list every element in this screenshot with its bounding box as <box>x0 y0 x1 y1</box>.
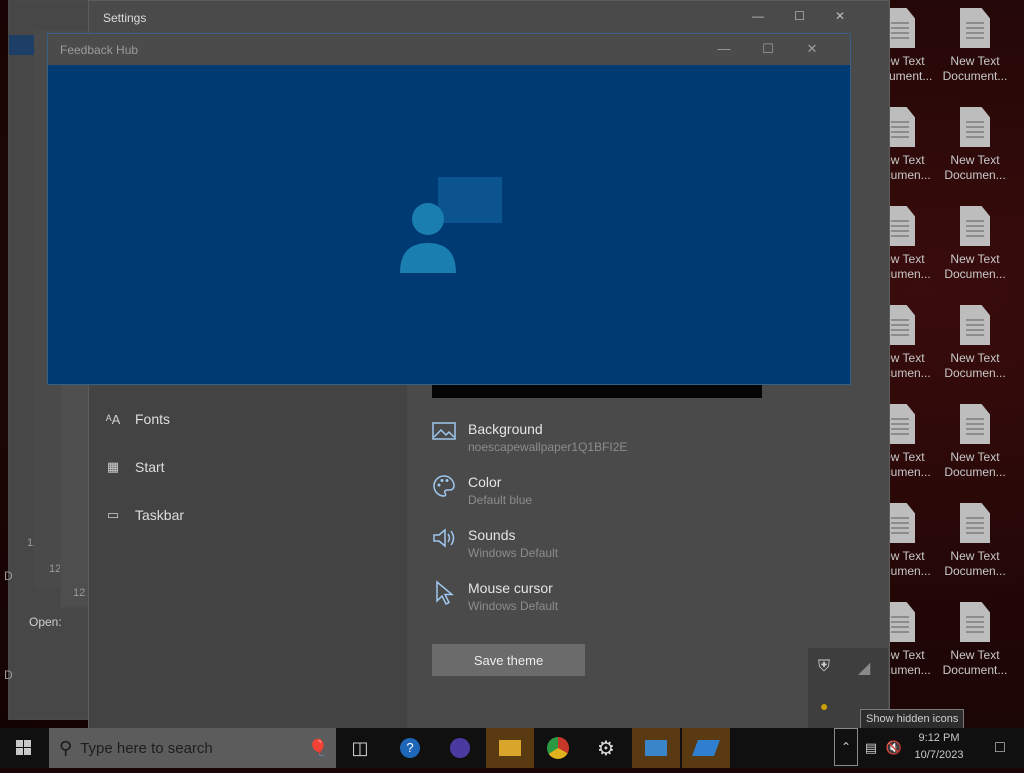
text-document-icon <box>960 305 990 345</box>
taskbar: ⚲ Type here to search 🎈 ◫ ? ⚙ ⌃ ▤ 🔇 9:12… <box>0 728 1024 768</box>
volume-tray-button[interactable]: 🔇 <box>883 728 905 768</box>
search-highlight-icon: 🎈 <box>308 740 328 757</box>
taskbar-clock[interactable]: 9:12 PM 10/7/2023 <box>906 730 972 764</box>
open-label: Open: <box>29 615 62 629</box>
window-title: Settings <box>103 11 147 25</box>
task-view-button[interactable]: ◫ <box>336 728 384 768</box>
theme-color-row[interactable]: Color Default blue <box>432 474 532 509</box>
feedback-hub-window[interactable]: Feedback Hub — ☐ ✕ <box>47 33 851 385</box>
desktop-file-icon[interactable]: New Text Document... <box>937 8 1013 100</box>
close-button[interactable]: ✕ <box>835 9 875 23</box>
partial-text: 12 <box>73 587 86 599</box>
window-app-icon <box>645 740 667 756</box>
theme-cursor-row[interactable]: Mouse cursor Windows Default <box>432 580 558 615</box>
windows-logo-icon <box>16 740 31 755</box>
search-icon: ⚲ <box>59 737 73 758</box>
task-view-icon: ◫ <box>351 737 369 758</box>
partial-text: D <box>4 569 13 583</box>
window-title: Feedback Hub <box>60 43 139 57</box>
clock-time: 9:12 PM <box>918 732 960 744</box>
action-center-button[interactable]: □ <box>976 728 1024 768</box>
start-button[interactable] <box>0 728 48 768</box>
app-taskbar-button-2[interactable] <box>682 728 730 768</box>
network-icon: ▤ <box>864 740 878 755</box>
text-document-icon <box>960 404 990 444</box>
desktop-file-icon[interactable]: New Text Documen... <box>937 305 1013 397</box>
network-off-icon[interactable]: ◢ <box>858 658 870 678</box>
clock-date: 10/7/2023 <box>914 749 964 761</box>
settings-nav: ᴬA Fonts ▦ Start ▭ Taskbar <box>89 385 407 729</box>
nav-item-taskbar[interactable]: ▭ Taskbar <box>105 507 184 523</box>
close-button[interactable]: ✕ <box>790 41 834 57</box>
media-player-icon <box>450 738 470 758</box>
feedback-hub-titlebar[interactable]: Feedback Hub — ☐ ✕ <box>48 34 850 65</box>
media-app-button[interactable] <box>436 728 484 768</box>
speaker-muted-icon: 🔇 <box>885 740 903 755</box>
speaker-icon <box>432 527 458 562</box>
chrome-button[interactable] <box>534 728 582 768</box>
desktop-file-icon[interactable]: New Text Documen... <box>937 107 1013 199</box>
text-document-icon <box>960 602 990 642</box>
text-document-icon <box>960 107 990 147</box>
chevron-up-icon: ⌃ <box>840 740 852 754</box>
background-window-3[interactable]: 12 <box>60 380 90 608</box>
folder-icon <box>499 740 521 756</box>
start-icon: ▦ <box>106 459 120 474</box>
security-shield-icon[interactable]: ⛨ <box>818 658 830 676</box>
gear-icon: ⚙ <box>597 737 615 760</box>
help-app-button[interactable]: ? <box>386 728 434 768</box>
nav-item-fonts[interactable]: ᴬA Fonts <box>105 411 170 427</box>
desktop-file-icon[interactable]: New Text Document... <box>937 602 1013 694</box>
theme-sounds-row[interactable]: Sounds Windows Default <box>432 527 558 562</box>
cursor-icon <box>432 580 458 615</box>
search-placeholder: Type here to search <box>80 739 213 757</box>
desktop-file-icon[interactable]: New Text Documen... <box>937 503 1013 595</box>
feedback-icon[interactable]: ● <box>820 698 828 714</box>
minimize-button[interactable]: — <box>702 41 746 56</box>
maximize-button[interactable]: ☐ <box>794 9 835 23</box>
help-icon: ? <box>400 738 420 758</box>
minimize-button[interactable]: — <box>752 9 794 23</box>
show-hidden-icons-button[interactable]: ⌃ <box>834 728 858 766</box>
text-document-icon <box>960 8 990 48</box>
window-controls: —☐✕ <box>752 9 875 23</box>
nav-item-start[interactable]: ▦ Start <box>105 459 165 475</box>
picture-icon <box>432 421 458 456</box>
file-explorer-button[interactable] <box>486 728 534 768</box>
show-hidden-icons-tooltip: Show hidden icons <box>860 709 965 729</box>
theme-background-row[interactable]: Background noescapewallpaper1Q1BFI2E <box>432 421 627 456</box>
feedback-hub-app-icon <box>692 740 720 756</box>
theme-preview <box>432 384 762 398</box>
taskbar-search-box[interactable]: ⚲ Type here to search 🎈 <box>49 728 336 768</box>
chrome-icon <box>547 737 569 759</box>
desktop-file-icon[interactable]: New Text Documen... <box>937 404 1013 496</box>
window-controls: —☐✕ <box>702 41 834 57</box>
network-tray-button[interactable]: ▤ <box>860 728 882 768</box>
notification-icon: □ <box>995 739 1005 756</box>
text-document-icon <box>960 503 990 543</box>
desktop-file-icon[interactable]: New Text Documen... <box>937 206 1013 298</box>
app-taskbar-button-1[interactable] <box>632 728 680 768</box>
fonts-icon: ᴬA <box>105 411 121 427</box>
maximize-button[interactable]: ☐ <box>746 41 790 57</box>
feedback-hub-logo-icon <box>400 177 502 273</box>
settings-taskbar-button[interactable]: ⚙ <box>582 728 630 768</box>
partial-text: D <box>4 668 13 682</box>
palette-icon <box>432 474 458 509</box>
taskbar-icon: ▭ <box>106 507 120 522</box>
save-theme-button[interactable]: Save theme <box>432 644 585 676</box>
text-document-icon <box>960 206 990 246</box>
